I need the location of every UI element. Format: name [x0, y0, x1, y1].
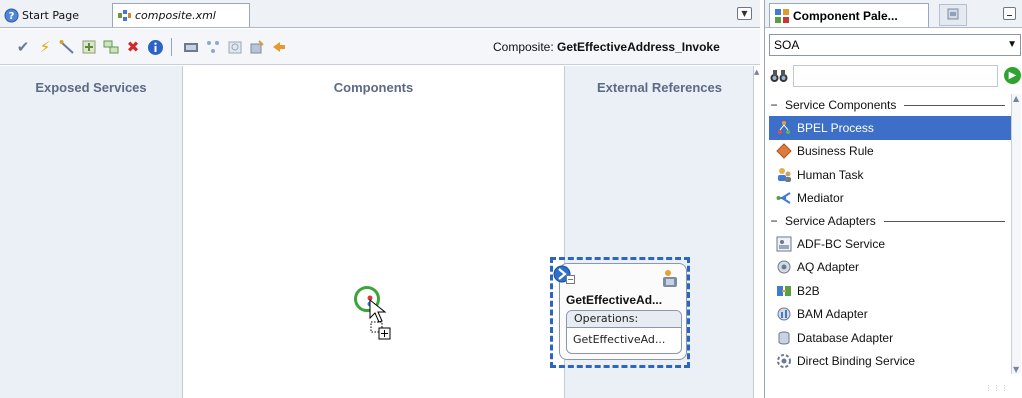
- search-go-icon[interactable]: ▶: [1004, 67, 1021, 84]
- scroll-up-arrow-icon[interactable]: ▲: [1013, 94, 1019, 103]
- composite-editor: ? Start Page composite.xml ▼ ✔ ⚡ ✖ Compo…: [0, 0, 760, 398]
- help-circle-icon: ?: [4, 8, 19, 23]
- palette-item-human-task[interactable]: Human Task: [769, 163, 1011, 187]
- scroll-down-arrow-icon[interactable]: ▼: [1013, 365, 1019, 374]
- properties-icon[interactable]: [248, 38, 266, 56]
- palette-item-database-adapter[interactable]: Database Adapter: [769, 326, 1011, 350]
- palette-item-b2b[interactable]: B2B: [769, 279, 1011, 303]
- external-references-title: External References: [596, 80, 722, 95]
- palette-item-business-rule[interactable]: Business Rule: [769, 140, 1011, 164]
- components-swimlane[interactable]: Components: [183, 66, 564, 398]
- operation-item[interactable]: GetEffectiveAd...: [567, 328, 681, 353]
- tab-list-dropdown-button[interactable]: ▼: [737, 7, 752, 20]
- business-rule-icon: [775, 143, 792, 160]
- deploy-icon[interactable]: [182, 38, 200, 56]
- composite-icon: [117, 8, 132, 23]
- component-palette: Component Pale... SOA ▼ ▶ − Service Comp…: [764, 0, 1022, 398]
- group-divider: [904, 104, 1005, 106]
- palette-search-input[interactable]: [793, 65, 998, 87]
- human-task-icon: [775, 166, 792, 183]
- components-title: Components: [333, 80, 414, 95]
- group-service-components[interactable]: − Service Components: [769, 94, 1011, 116]
- tab-component-palette[interactable]: Component Pale...: [769, 3, 929, 27]
- reference-title: GetEffectiveAd...: [566, 293, 663, 307]
- category-value: SOA: [774, 38, 800, 52]
- tab-resource-palette[interactable]: [939, 4, 967, 26]
- palette-item-label: Mediator: [797, 191, 844, 206]
- database-adapter-icon: [775, 329, 792, 346]
- wire-icon[interactable]: [58, 38, 76, 56]
- chevron-down-icon: ▼: [1007, 39, 1017, 50]
- validate-checkmark-icon[interactable]: ✔: [14, 38, 32, 56]
- scroll-up-arrow-icon[interactable]: ▲: [754, 68, 759, 76]
- operations-panel: Operations: GetEffectiveAd...: [566, 310, 682, 354]
- link-icon[interactable]: [102, 38, 120, 56]
- direct-binding-icon: [775, 353, 792, 370]
- adf-bc-icon: [775, 235, 792, 252]
- palette-search-row: ▶: [769, 63, 1021, 89]
- lightning-icon[interactable]: ⚡: [36, 38, 54, 56]
- aq-adapter-icon: [775, 259, 792, 276]
- bam-adapter-icon: [775, 306, 792, 323]
- palette-list: − Service Components BPEL Process Busine…: [769, 94, 1011, 386]
- svg-text:?: ?: [9, 11, 15, 22]
- group-divider: [883, 220, 1005, 222]
- binoculars-icon: [769, 66, 789, 86]
- delete-x-icon[interactable]: ✖: [124, 38, 142, 56]
- composite-name-label: Composite: GetEffectiveAddress_Invoke: [493, 40, 720, 54]
- canvas-scrollbar[interactable]: ▲: [753, 66, 760, 398]
- group-label: Service Components: [785, 98, 897, 112]
- minimize-palette-button[interactable]: [1003, 7, 1016, 20]
- palette-item-label: AQ Adapter: [797, 260, 860, 275]
- palette-category-select[interactable]: SOA ▼: [769, 34, 1021, 56]
- palette-tab-label: Component Pale...: [793, 8, 898, 23]
- palette-item-label: ADF-BC Service: [797, 236, 886, 251]
- b2b-icon: [775, 282, 792, 299]
- palette-tab-bar: Component Pale...: [765, 0, 1022, 28]
- editor-tab-bar: ? Start Page composite.xml ▼: [0, 0, 760, 28]
- palette-grid-icon: [774, 8, 790, 24]
- composite-toolbar: ✔ ⚡ ✖ Composite: GetEffectiveAddress_Inv…: [0, 29, 760, 65]
- mediator-icon: [775, 190, 792, 207]
- toolbar-separator: [171, 38, 172, 56]
- exposed-services-swimlane[interactable]: Exposed Services: [0, 66, 183, 398]
- palette-item-label: BAM Adapter: [797, 307, 868, 322]
- bpel-process-icon: [775, 119, 792, 136]
- palette-item-direct-binding-service[interactable]: Direct Binding Service: [769, 350, 1011, 374]
- palette-item-mediator[interactable]: Mediator: [769, 187, 1011, 211]
- tab-composite-xml[interactable]: composite.xml: [112, 3, 250, 27]
- run-icon[interactable]: [270, 38, 288, 56]
- webservice-reference-icon: [658, 266, 682, 290]
- drag-copy-cursor-icon: [366, 294, 394, 344]
- composite-name: GetEffectiveAddress_Invoke: [557, 40, 720, 54]
- palette-item-label: BPEL Process: [797, 120, 874, 135]
- add-icon[interactable]: [80, 38, 98, 56]
- group-service-adapters[interactable]: − Service Adapters: [769, 210, 1011, 232]
- tab-start-page[interactable]: ? Start Page: [0, 3, 104, 27]
- palette-item-bam-adapter[interactable]: BAM Adapter: [769, 303, 1011, 327]
- palette-item-label: Human Task: [797, 167, 864, 182]
- tab-composite-xml-label: composite.xml: [135, 9, 216, 22]
- composite-label-prefix: Composite:: [493, 40, 554, 54]
- info-icon[interactable]: [146, 38, 164, 56]
- exposed-services-title: Exposed Services: [35, 80, 147, 95]
- palette-item-bpel-process[interactable]: BPEL Process: [769, 116, 1011, 140]
- zoom-icon[interactable]: [226, 38, 244, 56]
- palette-item-aq-adapter[interactable]: AQ Adapter: [769, 256, 1011, 280]
- group-collapse-icon[interactable]: −: [769, 98, 779, 112]
- layout-icon[interactable]: [204, 38, 222, 56]
- group-label: Service Adapters: [785, 214, 876, 228]
- collapse-toggle[interactable]: −: [566, 275, 575, 284]
- palette-scrollbar[interactable]: ▲ ▼: [1011, 94, 1021, 374]
- palette-item-adf-bc-service[interactable]: ADF-BC Service: [769, 232, 1011, 256]
- resize-grip-icon[interactable]: ⋮⋮⋮: [985, 384, 1009, 392]
- palette-item-label: Database Adapter: [797, 330, 894, 345]
- palette-item-label: B2B: [797, 283, 820, 298]
- tab-start-page-label: Start Page: [22, 8, 79, 22]
- operations-header: Operations:: [567, 311, 681, 328]
- palette-item-label: Direct Binding Service: [797, 354, 916, 369]
- group-collapse-icon[interactable]: −: [769, 214, 779, 228]
- palette-item-label: Business Rule: [797, 144, 874, 159]
